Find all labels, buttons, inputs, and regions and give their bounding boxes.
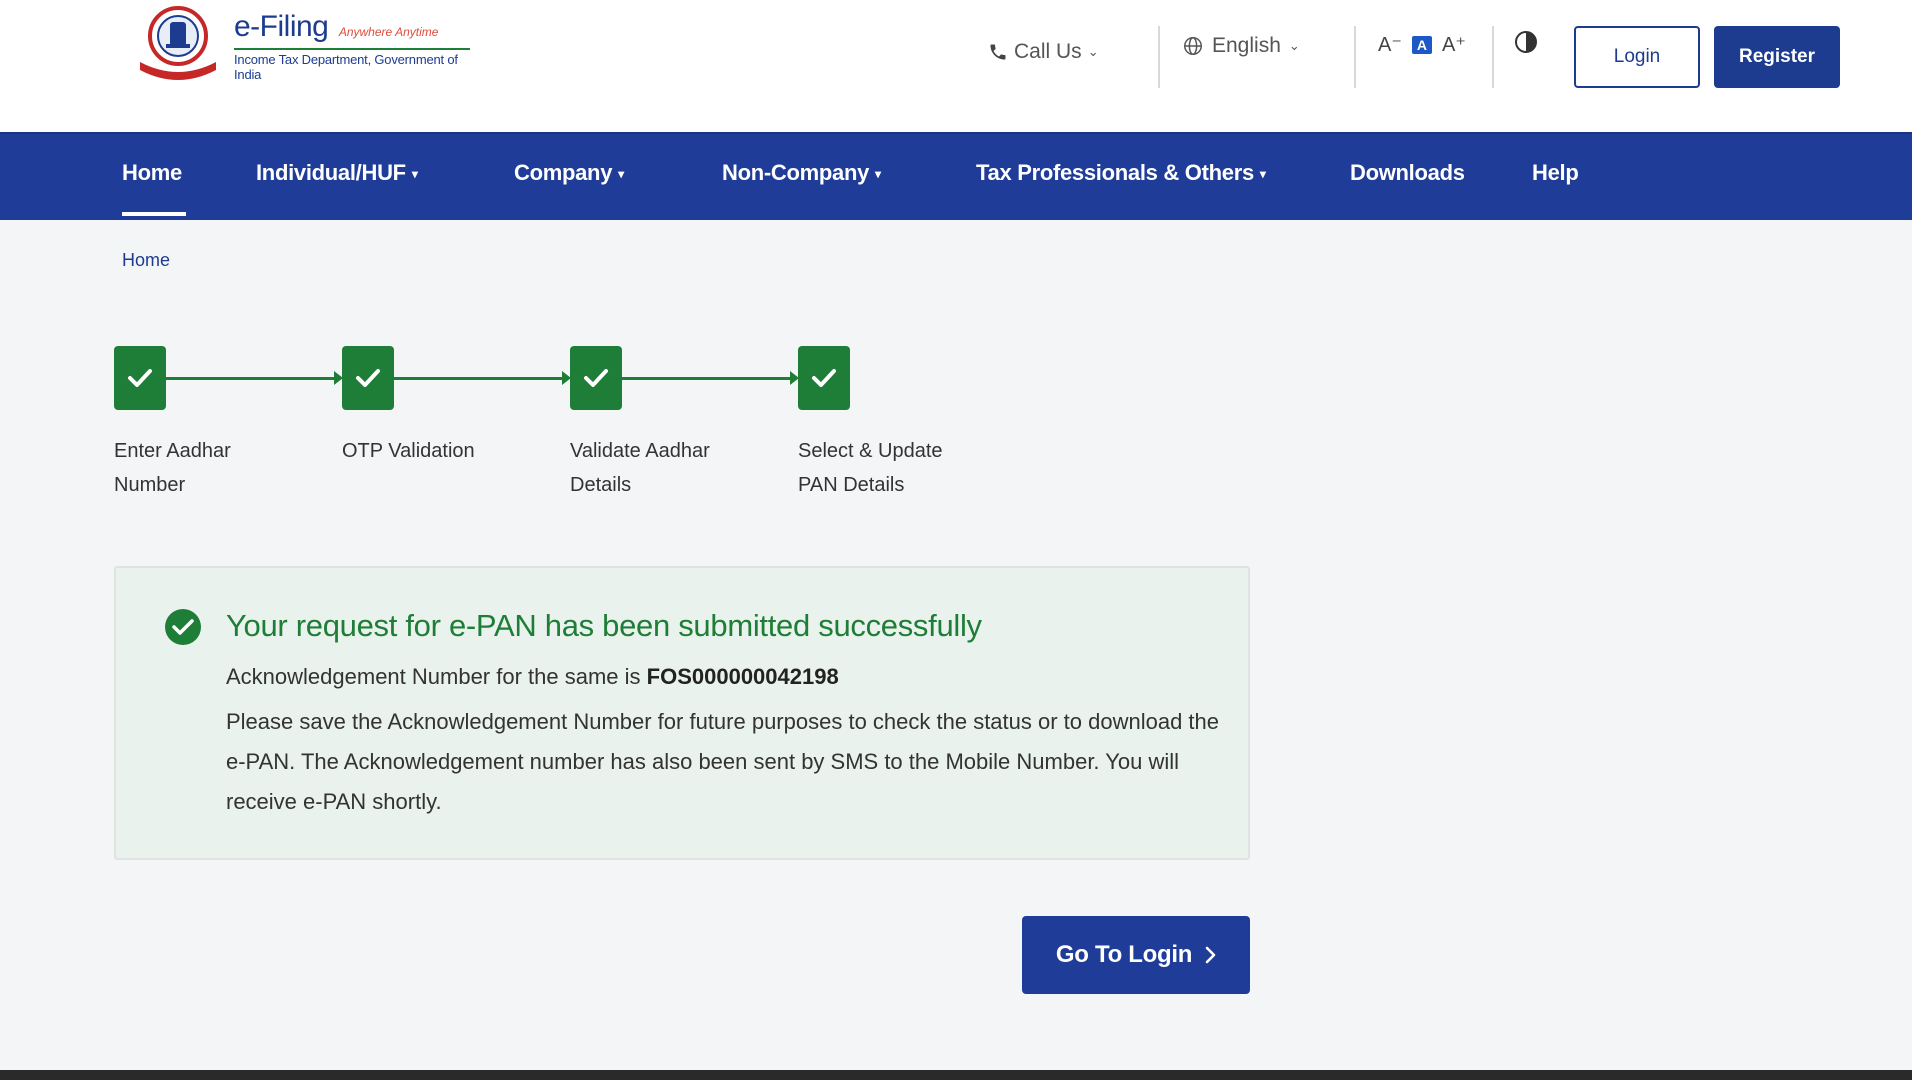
acknowledgement-number: FOS000000042198 — [646, 664, 839, 689]
language-dropdown[interactable]: English ⌄ — [1182, 34, 1300, 58]
taskbar-strip — [0, 1070, 1912, 1080]
nav-individual-huf[interactable]: Individual/HUF ▾ — [256, 160, 418, 186]
step-connector — [166, 377, 336, 380]
acknowledgement-prefix: Acknowledgement Number for the same is — [226, 664, 641, 689]
step-complete-box — [798, 346, 850, 410]
step-complete-box — [114, 346, 166, 410]
main-content: Home Enter Aadhar Number OTP Validation … — [0, 220, 1912, 1070]
call-us-dropdown[interactable]: Call Us ⌄ — [988, 40, 1099, 64]
login-button[interactable]: Login — [1574, 26, 1700, 88]
breadcrumb-home[interactable]: Home — [122, 250, 170, 271]
nav-home[interactable]: Home — [122, 160, 182, 186]
step-label: Select & Update PAN Details — [798, 440, 943, 496]
header-divider — [1492, 26, 1494, 88]
emblem-icon — [140, 6, 216, 80]
check-icon — [128, 369, 152, 387]
nav-home-label: Home — [122, 160, 182, 185]
header-divider — [1158, 26, 1160, 88]
nav-downloads-label: Downloads — [1350, 160, 1465, 185]
chevron-down-icon: ▾ — [1259, 167, 1266, 181]
font-decrease-button[interactable]: A⁻ — [1378, 32, 1402, 57]
step-connector — [394, 377, 564, 380]
nav-non-company-label: Non-Company — [722, 160, 870, 185]
main-nav: Home Individual/HUF ▾ Company ▾ Non-Comp… — [0, 132, 1912, 220]
contrast-icon[interactable] — [1514, 30, 1538, 54]
nav-company[interactable]: Company ▾ — [514, 160, 624, 186]
success-details: Please save the Acknowledgement Number f… — [226, 709, 1220, 814]
step-label: Enter Aadhar Number — [114, 440, 231, 496]
nav-company-label: Company — [514, 160, 613, 185]
chevron-down-icon: ▾ — [875, 167, 881, 181]
nav-tax-professionals[interactable]: Tax Professionals & Others ▾ — [976, 160, 1266, 186]
nav-downloads[interactable]: Downloads — [1350, 160, 1465, 186]
step-label: OTP Validation — [342, 440, 475, 462]
check-icon — [812, 369, 836, 387]
step-connector — [622, 377, 792, 380]
acknowledgement-line: Acknowledgement Number for the same is F… — [226, 664, 839, 690]
register-button[interactable]: Register — [1714, 26, 1840, 88]
chevron-down-icon: ▾ — [618, 167, 624, 181]
go-to-login-label: Go To Login — [1055, 941, 1193, 968]
brand-title: e-Filing — [234, 10, 329, 43]
top-header: e-Filing Anywhere Anytime Income Tax Dep… — [0, 0, 1920, 132]
globe-icon — [1184, 37, 1202, 55]
active-nav-indicator — [122, 212, 186, 216]
phone-icon — [990, 44, 1006, 60]
font-size-controls: A⁻ A A⁺ — [1378, 32, 1466, 57]
step-complete-box — [570, 346, 622, 410]
go-to-login-button[interactable]: Go To Login — [1022, 916, 1250, 994]
chevron-down-icon: ⌄ — [1087, 44, 1099, 59]
success-message-card: Your request for e-PAN has been submitte… — [114, 566, 1250, 860]
brand-tagline: Anywhere Anytime — [338, 25, 439, 39]
nav-help-label: Help — [1532, 160, 1579, 185]
success-title: Your request for e-PAN has been submitte… — [226, 608, 982, 643]
call-us-label: Call Us — [1014, 40, 1082, 63]
font-default-button[interactable]: A — [1411, 35, 1433, 54]
chevron-down-icon: ⌄ — [1288, 38, 1300, 53]
nav-non-company[interactable]: Non-Company ▾ — [722, 160, 881, 186]
progress-stepper: Enter Aadhar Number OTP Validation Valid… — [114, 346, 974, 506]
nav-individual-huf-label: Individual/HUF — [256, 160, 406, 185]
step-label: Validate Aadhar Details — [570, 440, 710, 496]
language-label: English — [1212, 34, 1281, 57]
brand-subtitle: Income Tax Department, Government of Ind… — [234, 48, 470, 82]
nav-tax-professionals-label: Tax Professionals & Others — [976, 160, 1254, 185]
step-complete-box — [342, 346, 394, 410]
check-icon — [356, 369, 380, 387]
chevron-down-icon: ▾ — [411, 167, 418, 181]
header-divider — [1354, 26, 1356, 88]
nav-help[interactable]: Help — [1532, 160, 1579, 186]
efiling-logo[interactable]: e-Filing Anywhere Anytime Income Tax Dep… — [132, 4, 472, 84]
check-circle-icon — [165, 609, 201, 645]
check-icon — [584, 369, 608, 387]
brand-text: e-Filing Anywhere Anytime Income Tax Dep… — [234, 10, 470, 82]
font-increase-button[interactable]: A⁺ — [1442, 32, 1466, 57]
chevron-right-icon — [1205, 946, 1216, 964]
